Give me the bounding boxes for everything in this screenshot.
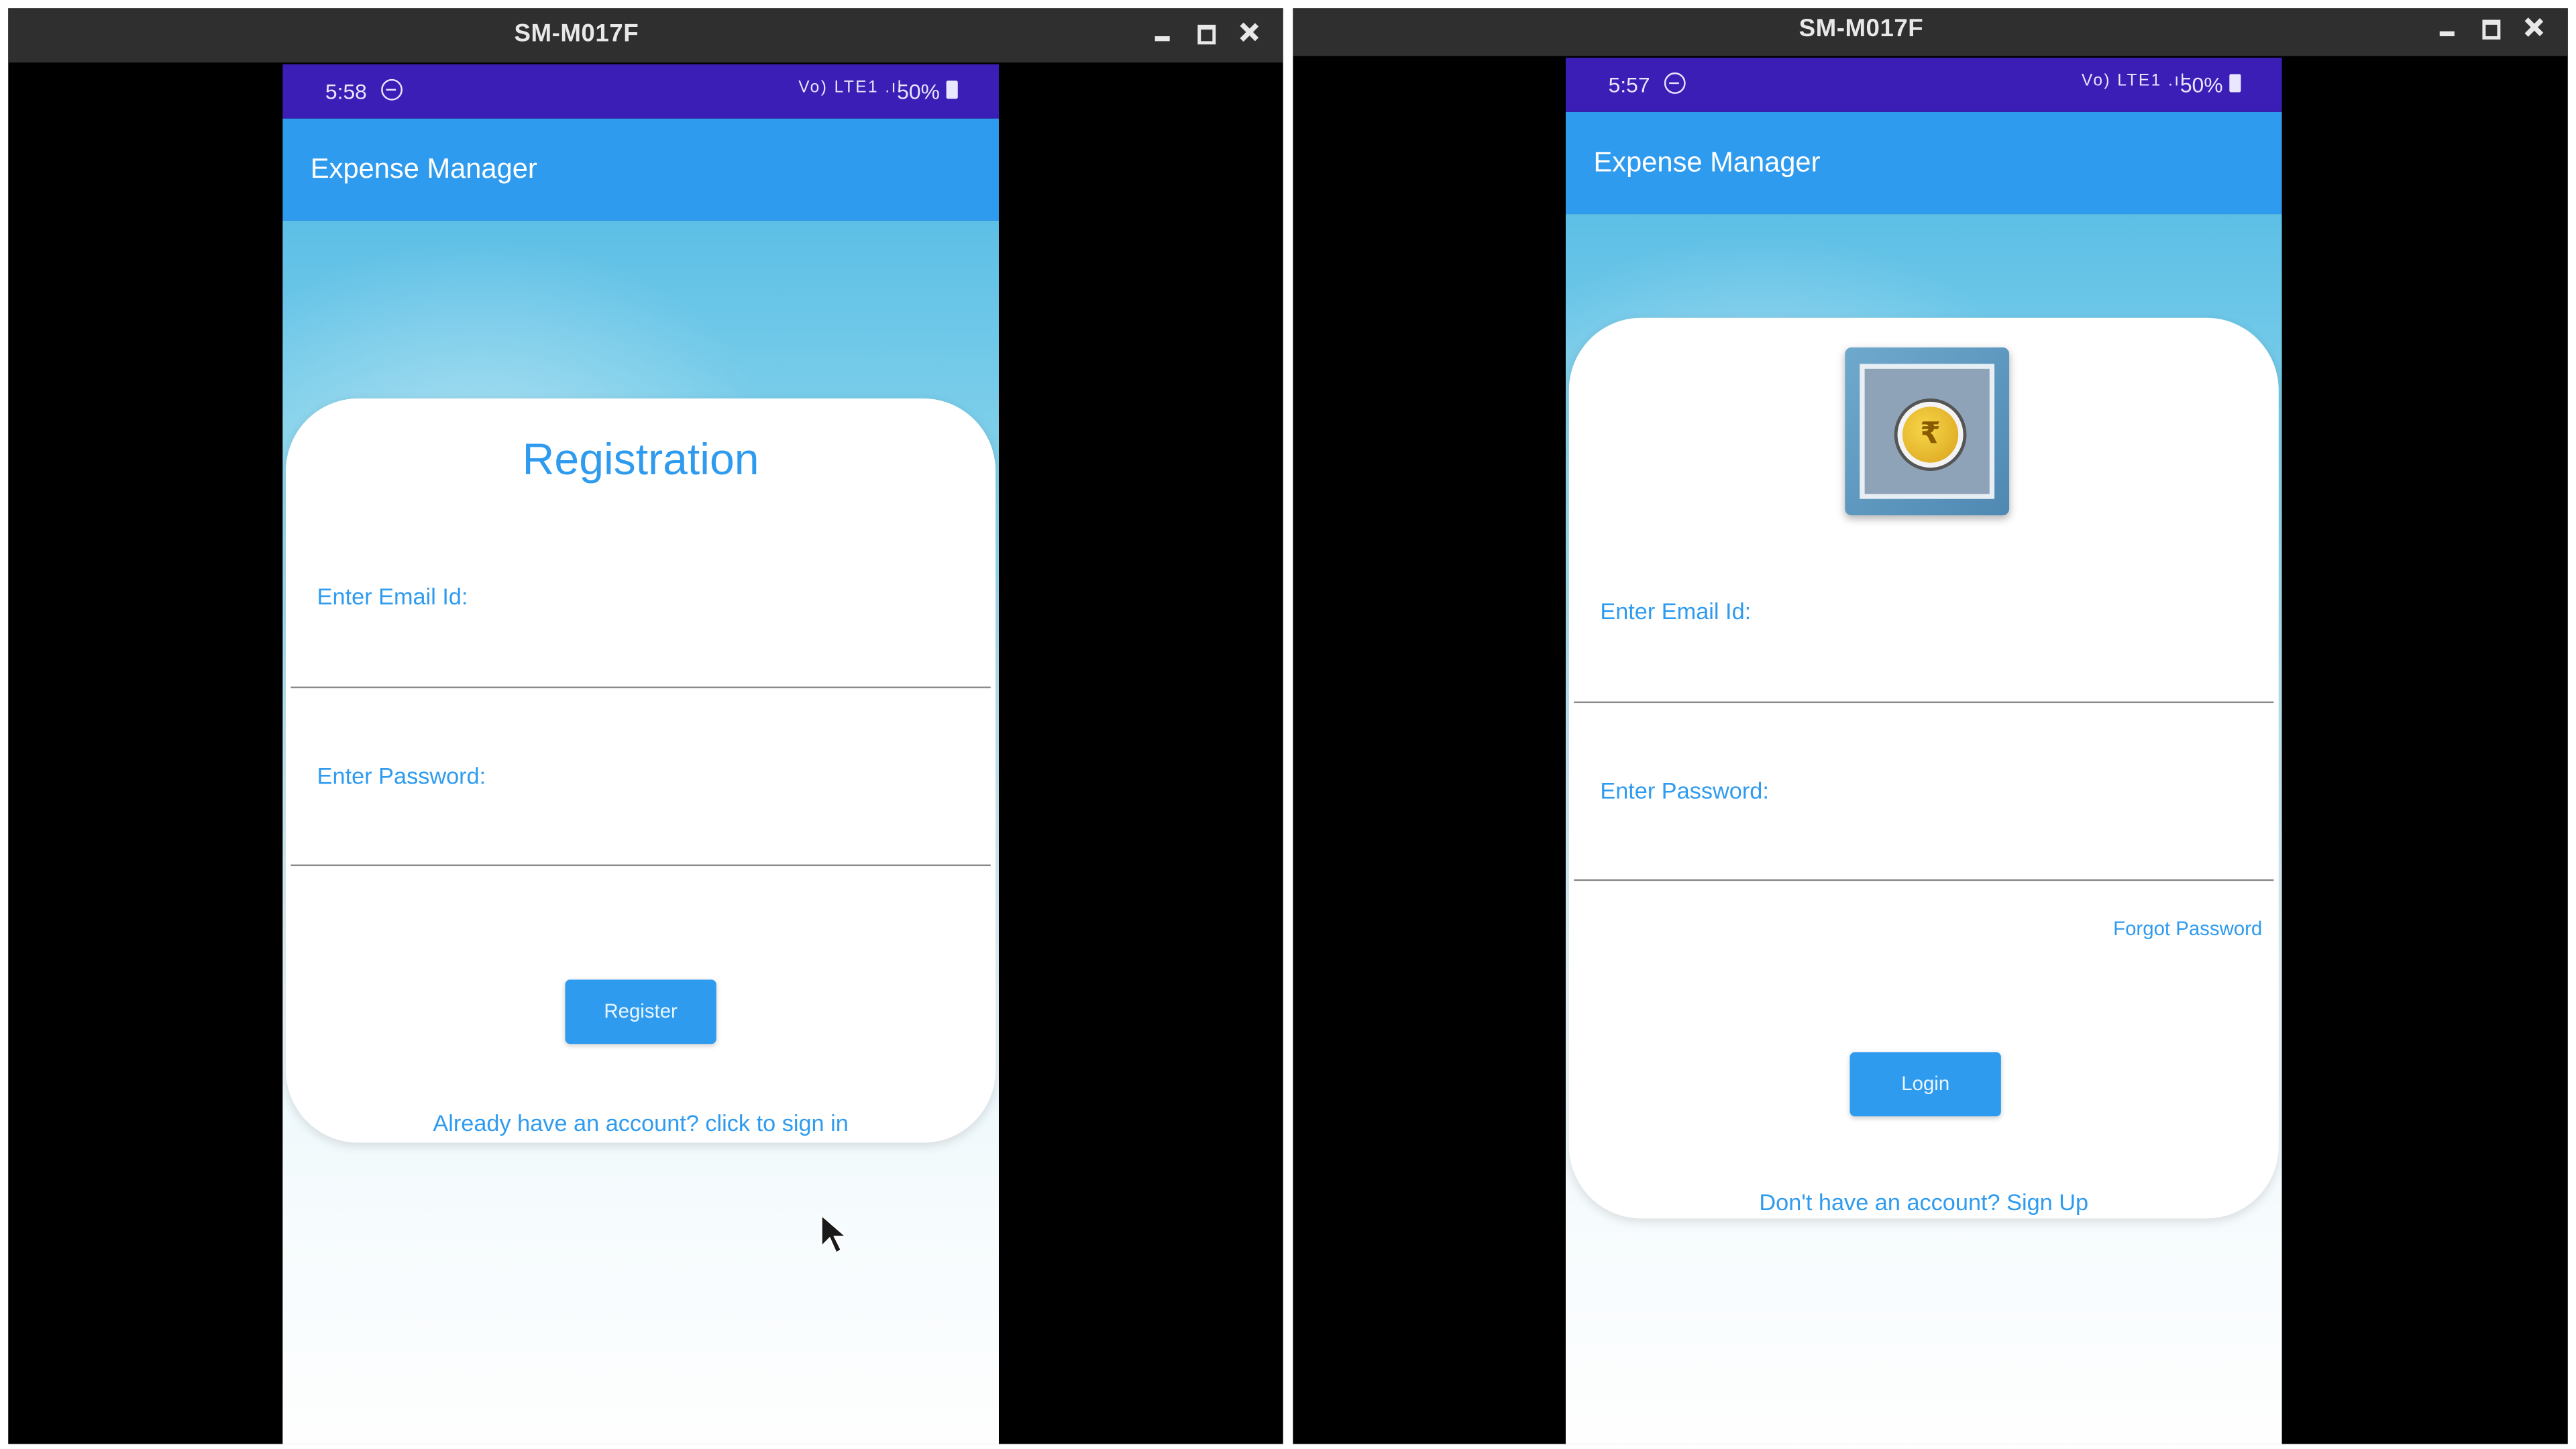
signal-indicator: Vo) LTE1 .ıl <box>798 78 903 97</box>
register-button[interactable]: Register <box>565 979 716 1044</box>
app-title: Expense Manager <box>1593 146 1821 178</box>
window-title: SM-M017F <box>1799 15 1924 43</box>
rupee-coin-icon: ₹ <box>1897 401 1964 468</box>
screenshot-stage: SM-M017F 5:58 Vo) LTE1 .ıl 50% Expense M… <box>0 0 2576 1449</box>
battery-icon <box>946 80 958 99</box>
signal-indicator: Vo) LTE1 .ıl <box>2081 72 2186 91</box>
password-field[interactable] <box>290 773 991 867</box>
logo-frame: ₹ <box>1860 364 1995 499</box>
mouse-pointer-icon <box>820 1213 848 1254</box>
close-icon[interactable] <box>2518 13 2548 43</box>
status-time: 5:58 <box>325 78 367 104</box>
email-field[interactable] <box>1574 610 2274 704</box>
dnd-icon <box>1664 72 1686 94</box>
login-button[interactable]: Login <box>1849 1052 2001 1117</box>
maximize-icon[interactable] <box>1191 18 1221 48</box>
maximize-icon[interactable] <box>2476 13 2506 43</box>
phone-screen: 5:58 Vo) LTE1 .ıl 50% Expense Manager Re… <box>282 64 999 1444</box>
battery-level: 50% <box>2180 72 2223 97</box>
window-titlebar[interactable]: SM-M017F <box>1293 8 2568 56</box>
minimize-icon[interactable] <box>1148 18 1178 48</box>
page-title: Registration <box>522 434 759 484</box>
forgot-password-link[interactable]: Forgot Password <box>2113 917 2262 940</box>
status-time: 5:57 <box>1608 72 1650 97</box>
app-title: Expense Manager <box>310 153 537 184</box>
status-bar: 5:57 Vo) LTE1 .ıl 50% <box>1565 57 2282 112</box>
phone-screen: 5:57 Vo) LTE1 .ıl 50% Expense Manager ₹ … <box>1565 57 2282 1444</box>
app-logo: ₹ <box>1845 347 2010 516</box>
registration-card: Registration Enter Email Id: Enter Passw… <box>286 398 996 1143</box>
battery-icon <box>2229 74 2241 93</box>
sign-in-link[interactable]: Already have an account? click to sign i… <box>286 1110 996 1136</box>
minimize-icon[interactable] <box>2433 13 2463 43</box>
status-bar: 5:58 Vo) LTE1 .ıl 50% <box>282 64 999 119</box>
app-bar: Expense Manager <box>1565 111 2282 215</box>
battery-level: 50% <box>897 78 940 104</box>
close-icon[interactable] <box>1234 18 1263 48</box>
password-field[interactable] <box>1574 788 2274 881</box>
emulator-window-login: SM-M017F 5:57 Vo) LTE1 .ıl 50% Expense M… <box>1293 8 2568 1444</box>
login-card: ₹ Enter Email Id: Enter Password: Forgot… <box>1568 317 2279 1219</box>
window-titlebar[interactable]: SM-M017F <box>8 8 1283 63</box>
app-bar: Expense Manager <box>282 118 999 221</box>
dnd-icon <box>381 78 403 101</box>
window-title: SM-M017F <box>514 19 639 48</box>
email-field[interactable] <box>290 596 991 688</box>
emulator-window-registration: SM-M017F 5:58 Vo) LTE1 .ıl 50% Expense M… <box>8 8 1283 1444</box>
sign-up-link[interactable]: Don't have an account? Sign Up <box>1569 1189 2279 1215</box>
